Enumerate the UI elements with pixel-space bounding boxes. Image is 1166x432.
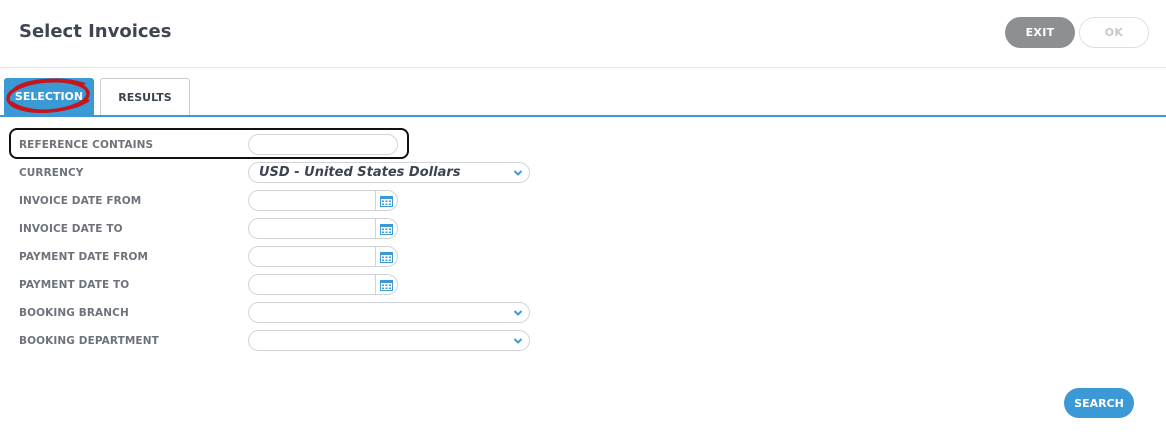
chevron-down-icon bbox=[513, 338, 523, 344]
calendar-icon[interactable] bbox=[376, 246, 398, 267]
payment-date-from-label: PAYMENT DATE FROM bbox=[19, 251, 149, 263]
booking-department-label: BOOKING DEPARTMENT bbox=[19, 335, 159, 347]
reference-contains-input[interactable] bbox=[248, 134, 398, 155]
reference-contains-label: REFERENCE CONTAINS bbox=[19, 139, 154, 151]
payment-date-to-input[interactable] bbox=[248, 274, 376, 295]
invoice-date-to-input[interactable] bbox=[248, 218, 376, 239]
invoice-date-to-label: INVOICE DATE TO bbox=[19, 223, 123, 235]
page-header: Select Invoices EXIT OK bbox=[0, 0, 1166, 68]
chevron-down-icon bbox=[513, 170, 523, 176]
currency-label: CURRENCY bbox=[19, 167, 84, 179]
calendar-icon[interactable] bbox=[376, 218, 398, 239]
currency-value: USD - United States Dollars bbox=[259, 165, 461, 180]
invoice-date-from-label: INVOICE DATE FROM bbox=[19, 195, 142, 207]
tab-results[interactable]: RESULTS bbox=[100, 78, 190, 115]
booking-department-select[interactable] bbox=[248, 330, 530, 351]
payment-date-from-input[interactable] bbox=[248, 246, 376, 267]
payment-date-to-label: PAYMENT DATE TO bbox=[19, 279, 130, 291]
exit-button[interactable]: EXIT bbox=[1005, 17, 1075, 48]
calendar-icon[interactable] bbox=[376, 190, 398, 211]
currency-select[interactable]: USD - United States Dollars bbox=[248, 162, 530, 183]
booking-branch-label: BOOKING BRANCH bbox=[19, 307, 129, 319]
tab-selection[interactable]: SELECTION bbox=[4, 78, 94, 115]
invoice-date-from-input[interactable] bbox=[248, 190, 376, 211]
search-button[interactable]: SEARCH bbox=[1064, 388, 1134, 418]
chevron-down-icon bbox=[513, 310, 523, 316]
tab-bar: SELECTION RESULTS bbox=[0, 78, 1166, 117]
page-title: Select Invoices bbox=[19, 21, 172, 42]
booking-branch-select[interactable] bbox=[248, 302, 530, 323]
ok-button[interactable]: OK bbox=[1079, 17, 1149, 48]
calendar-icon[interactable] bbox=[376, 274, 398, 295]
